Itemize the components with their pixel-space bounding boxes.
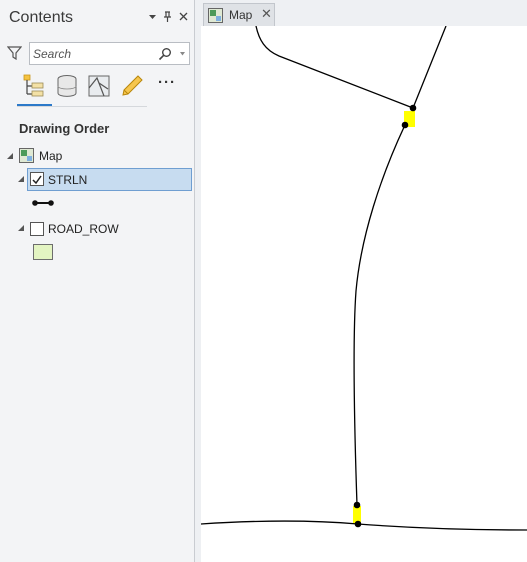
tab-label: Map xyxy=(229,8,253,22)
vertex-point xyxy=(409,104,417,112)
checkmark-icon xyxy=(32,175,42,185)
street-line xyxy=(201,520,527,531)
contents-header: Contents xyxy=(0,0,194,36)
collapse-arrow-icon[interactable] xyxy=(17,175,25,183)
map-icon xyxy=(19,148,34,163)
close-tab-button[interactable]: ✕ xyxy=(261,7,272,21)
section-title: Drawing Order xyxy=(19,121,110,136)
list-by-selection-icon[interactable] xyxy=(87,74,111,98)
vertex-point xyxy=(353,501,361,509)
list-by-editing-icon[interactable] xyxy=(120,74,144,98)
pin-button[interactable] xyxy=(161,10,174,24)
collapse-arrow-icon[interactable] xyxy=(17,224,25,232)
more-options-button[interactable]: ··· xyxy=(158,75,178,94)
map-canvas[interactable] xyxy=(201,26,527,562)
tab-divider xyxy=(17,106,147,107)
street-line xyxy=(353,124,406,506)
close-icon xyxy=(179,12,188,21)
layer-row-strln[interactable]: STRLN xyxy=(27,168,192,191)
search-icon[interactable] xyxy=(158,47,172,61)
street-line xyxy=(255,26,414,109)
polygon-symbol-icon[interactable] xyxy=(33,244,53,260)
layer-label[interactable]: ROAD_ROW xyxy=(48,222,119,236)
layer-visibility-checkbox[interactable] xyxy=(30,172,44,186)
pane-options-button[interactable] xyxy=(146,10,159,24)
layer-label: STRLN xyxy=(48,173,88,187)
vertex-point xyxy=(354,520,362,528)
list-by-drawing-order-icon[interactable] xyxy=(22,74,46,98)
selected-segment-highlight xyxy=(353,506,361,523)
app-window: Contents Search ··· Drawing Order Map ST… xyxy=(0,0,527,562)
close-pane-button[interactable] xyxy=(177,10,190,24)
line-symbol-icon[interactable] xyxy=(32,197,54,209)
search-input[interactable] xyxy=(33,45,151,62)
chevron-down-icon xyxy=(149,15,156,19)
map-drawing xyxy=(201,26,527,531)
search-box[interactable] xyxy=(29,42,190,65)
street-line xyxy=(412,26,447,109)
collapse-arrow-icon[interactable] xyxy=(6,152,14,160)
filter-icon[interactable] xyxy=(7,45,22,60)
map-node-label[interactable]: Map xyxy=(39,149,62,163)
contents-pane: Contents Search ··· Drawing Order Map ST… xyxy=(0,0,195,562)
tab-map[interactable]: Map ✕ xyxy=(203,3,275,26)
map-icon xyxy=(208,8,223,23)
layer-visibility-checkbox[interactable] xyxy=(30,222,44,236)
search-options-chevron-icon[interactable] xyxy=(179,51,186,57)
list-by-data-source-icon[interactable] xyxy=(55,74,79,98)
view-tab-bar: Map ✕ xyxy=(200,0,527,26)
pane-title: Contents xyxy=(9,9,74,26)
vertex-point xyxy=(401,121,409,129)
pin-icon xyxy=(164,11,171,22)
